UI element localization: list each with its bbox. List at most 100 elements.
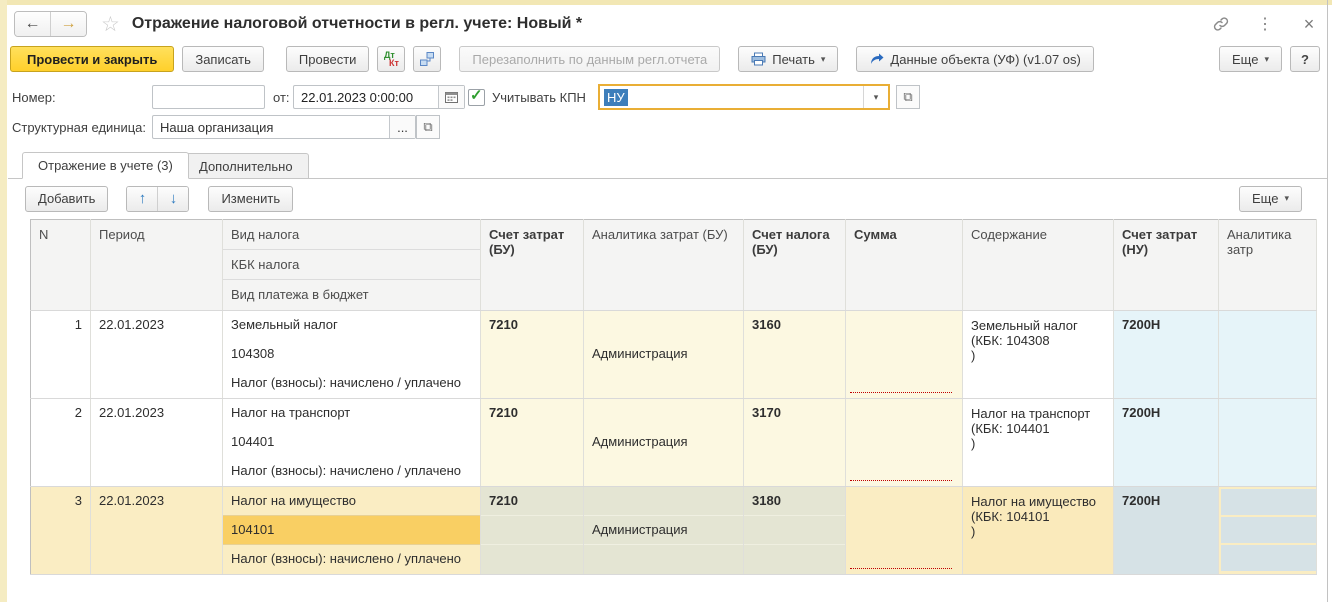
dt-kt-icon: Дт Кт	[384, 51, 399, 67]
cell-n[interactable]: 3	[31, 487, 91, 575]
tab-strip: Отражение в учете (3) Дополнительно	[8, 150, 1327, 179]
required-field-marker	[850, 480, 952, 481]
refill-button: Перезаполнить по данным регл.отчета	[459, 46, 720, 72]
cell-account-nu[interactable]: 7200Н	[1114, 487, 1219, 575]
col-header-period: Период	[91, 220, 223, 311]
col-header-analytics-nu: Аналитика затр	[1219, 220, 1317, 311]
title-bar: ← → ☆ Отражение налоговой отчетности в р…	[14, 7, 1318, 41]
col-header-tax-stack: Вид налога КБК налога Вид платежа в бюдж…	[223, 220, 481, 311]
calendar-icon	[445, 91, 458, 103]
move-up-button[interactable]: ↑	[127, 187, 158, 211]
forward-button[interactable]: →	[51, 12, 86, 36]
document-structure-button[interactable]	[413, 46, 441, 72]
help-button[interactable]: ?	[1290, 46, 1320, 72]
add-row-button[interactable]: Добавить	[25, 186, 108, 212]
col-header-sum: Сумма	[846, 220, 963, 311]
cell-account-bu[interactable]: 7210	[481, 311, 584, 399]
cell-sum[interactable]	[846, 311, 963, 399]
cell-content[interactable]: Земельный налог (КБК: 104308 )	[963, 311, 1114, 399]
print-dropdown-caret: ▾	[821, 55, 826, 64]
focused-cell-kbk: 104101	[223, 516, 480, 545]
cell-period[interactable]: 22.01.2023	[91, 311, 223, 399]
date-input[interactable]: 22.01.2023 0:00:00	[293, 85, 465, 109]
cell-tax-stack[interactable]: Земельный налог 104308 Налог (взносы): н…	[223, 311, 481, 399]
table-more-button[interactable]: Еще▾	[1239, 186, 1302, 212]
kpn-checkbox-label: Учитывать КПН	[492, 90, 586, 105]
table-row-3-selected[interactable]: 3 22.01.2023 Налог на имущество 104101 Н…	[31, 487, 1317, 575]
col-header-account-nu: Счет затрат (НУ)	[1114, 220, 1219, 311]
cell-period[interactable]: 22.01.2023	[91, 399, 223, 487]
toolbar-more-button[interactable]: Еще▾	[1219, 46, 1282, 72]
post-button[interactable]: Провести	[286, 46, 370, 72]
tax-reflection-table: N Период Вид налога КБК налога Вид плате…	[30, 219, 1317, 575]
move-down-button[interactable]: ↓	[158, 187, 188, 211]
table-row-1[interactable]: 1 22.01.2023 Земельный налог 104308 Нало…	[31, 311, 1317, 399]
required-field-marker	[850, 568, 952, 569]
page-title: Отражение налоговой отчетности в регл. у…	[132, 15, 582, 33]
cell-account-nu[interactable]: 7200Н	[1114, 399, 1219, 487]
cell-account-bu[interactable]: 7210	[481, 399, 584, 487]
cell-analytics-bu[interactable]: Администрация	[584, 487, 744, 575]
kpn-combo-input[interactable]: НУ ▾	[598, 84, 890, 110]
kpn-open-button[interactable]: ⧉	[896, 85, 920, 109]
cell-analytics-bu[interactable]: Администрация	[584, 311, 744, 399]
unit-choose-button[interactable]: ...	[389, 116, 415, 138]
unit-open-button[interactable]: ⧉	[416, 115, 440, 139]
cell-account-nu[interactable]: 7200Н	[1114, 311, 1219, 399]
blue-arrow-icon	[869, 53, 884, 66]
number-label: Номер:	[12, 90, 56, 105]
cell-analytics-bu[interactable]: Администрация	[584, 399, 744, 487]
cell-sum[interactable]	[846, 487, 963, 575]
close-icon[interactable]: ×	[1300, 15, 1318, 33]
printer-icon	[751, 52, 766, 66]
number-input[interactable]	[152, 85, 265, 109]
unit-label: Структурная единица:	[12, 120, 146, 135]
tab-reflection[interactable]: Отражение в учете (3)	[22, 152, 189, 179]
cell-n[interactable]: 1	[31, 311, 91, 399]
cell-period[interactable]: 22.01.2023	[91, 487, 223, 575]
col-header-content: Содержание	[963, 220, 1114, 311]
cell-tax-stack[interactable]: Налог на транспорт 104401 Налог (взносы)…	[223, 399, 481, 487]
more-menu-icon[interactable]: ⋮	[1256, 15, 1274, 33]
cell-analytics-nu[interactable]	[1219, 399, 1317, 487]
cell-analytics-nu[interactable]	[1219, 311, 1317, 399]
back-button[interactable]: ←	[15, 12, 51, 36]
col-header-tax-account-bu: Счет налога (БУ)	[744, 220, 846, 311]
cell-n[interactable]: 2	[31, 399, 91, 487]
field-row-number: Номер: от: 22.01.2023 0:00:00 ✓ Учитыват…	[12, 84, 1320, 110]
cell-tax-account-bu[interactable]: 3160	[744, 311, 846, 399]
cell-content[interactable]: Налог на транспорт (КБК: 104401 )	[963, 399, 1114, 487]
col-header-account-bu: Счет затрат (БУ)	[481, 220, 584, 311]
favorite-star-icon[interactable]: ☆	[101, 12, 120, 37]
dt-kt-postings-button[interactable]: Дт Кт	[377, 46, 405, 72]
structure-icon	[419, 51, 435, 67]
cell-tax-account-bu[interactable]: 3170	[744, 399, 846, 487]
cell-analytics-nu[interactable]	[1219, 487, 1317, 575]
main-toolbar: Провести и закрыть Записать Провести Дт …	[10, 45, 1320, 73]
date-label: от:	[273, 90, 290, 105]
cell-tax-account-bu[interactable]: 3180	[744, 487, 846, 575]
kpn-checkbox[interactable]: ✓	[468, 89, 485, 106]
object-data-button[interactable]: Данные объекта (УФ) (v1.07 os)	[856, 46, 1093, 72]
arrow-up-icon: ↑	[139, 190, 147, 207]
required-field-marker	[850, 392, 952, 393]
edit-row-button[interactable]: Изменить	[208, 186, 293, 212]
cell-tax-stack[interactable]: Налог на имущество 104101 Налог (взносы)…	[223, 487, 481, 575]
post-and-close-button[interactable]: Провести и закрыть	[10, 46, 174, 72]
field-row-unit: Структурная единица: Наша организация ..…	[12, 114, 1320, 140]
cell-sum[interactable]	[846, 399, 963, 487]
print-button[interactable]: Печать ▾	[738, 46, 838, 72]
table-row-2[interactable]: 2 22.01.2023 Налог на транспорт 104401 Н…	[31, 399, 1317, 487]
unit-input[interactable]: Наша организация ...	[152, 115, 416, 139]
write-button[interactable]: Записать	[182, 46, 264, 72]
calendar-button[interactable]	[438, 86, 464, 108]
table-toolbar: Добавить ↑ ↓ Изменить Еще▾	[25, 185, 1302, 212]
kpn-selected-text: НУ	[604, 89, 628, 106]
col-header-n: N	[31, 220, 91, 311]
arrow-down-icon: ↓	[170, 190, 178, 207]
link-icon[interactable]	[1212, 15, 1230, 33]
tab-additional[interactable]: Дополнительно	[183, 153, 309, 179]
kpn-dropdown-button[interactable]: ▾	[863, 86, 888, 108]
cell-account-bu[interactable]: 7210	[481, 487, 584, 575]
cell-content[interactable]: Налог на имущество (КБК: 104101 )	[963, 487, 1114, 575]
